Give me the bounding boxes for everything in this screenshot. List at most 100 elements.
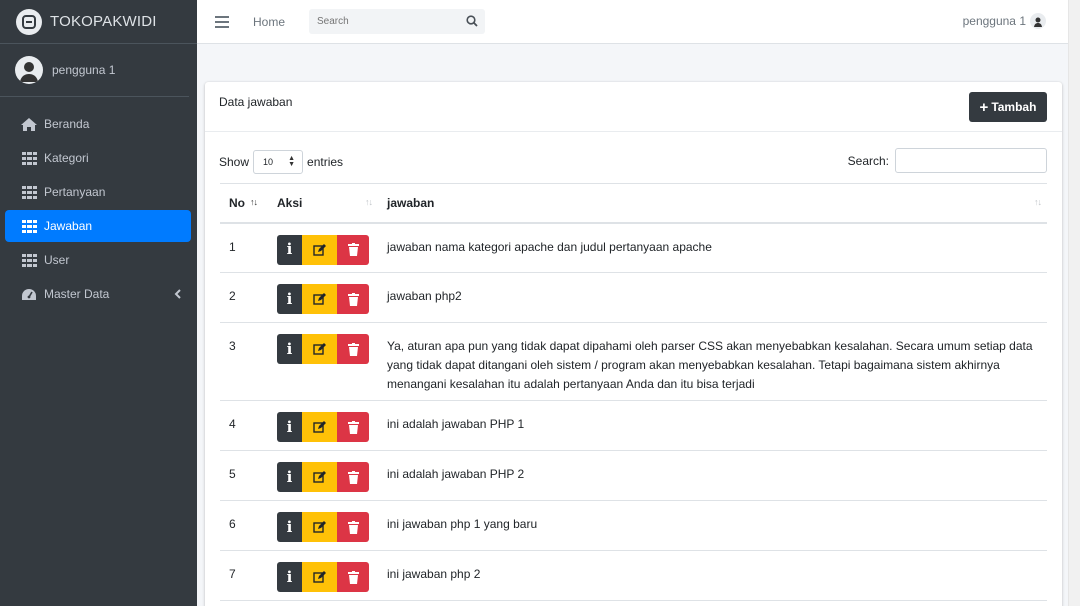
sidebar-item-jawaban[interactable]: Jawaban: [5, 210, 191, 242]
grid-icon: [20, 219, 38, 233]
detail-button[interactable]: i: [277, 334, 302, 364]
search-icon[interactable]: [466, 15, 478, 30]
table-row: 1 i jawaban nama kategori apache dan jud…: [220, 222, 1047, 273]
info-icon: i: [286, 240, 293, 258]
table-row: 7 i ini jawaban php 2: [220, 550, 1047, 601]
hamburger-menu-icon[interactable]: [215, 15, 229, 28]
row-jawaban: ini adalah jawaban PHP 1: [378, 400, 1047, 451]
brand-link[interactable]: TOKOPAKWIDI: [0, 0, 197, 44]
sidebar-item-user[interactable]: User: [5, 244, 191, 276]
select-arrows-icon: ▲ ▼: [288, 155, 296, 168]
table-row: 5 i ini adalah jawaban PHP 2: [220, 450, 1047, 501]
edit-button[interactable]: [302, 234, 337, 265]
info-icon: i: [286, 289, 293, 308]
grid-icon: [20, 151, 38, 165]
info-icon: i: [286, 467, 293, 486]
edit-button[interactable]: [302, 512, 337, 542]
sidebar-item-label: Pertanyaan: [44, 185, 106, 199]
delete-button[interactable]: [337, 334, 369, 364]
add-button-label: Tambah: [991, 100, 1037, 114]
detail-button[interactable]: i: [277, 234, 302, 265]
row-number: 6: [220, 500, 268, 551]
sidebar-nav: Beranda Kategori Pertanyaan Jawaban User…: [0, 97, 197, 310]
info-icon: i: [286, 417, 293, 436]
edit-icon: [312, 421, 326, 433]
row-number: 2: [220, 272, 268, 323]
detail-button[interactable]: i: [277, 462, 302, 492]
edit-icon: [312, 293, 326, 305]
column-header-jawaban[interactable]: jawaban ↑↓: [378, 183, 1047, 224]
detail-button[interactable]: i: [277, 512, 302, 542]
row-jawaban: jawaban php2: [378, 272, 1047, 323]
edit-icon: [312, 471, 326, 483]
row-actions: i: [268, 272, 378, 323]
sidebar: TOKOPAKWIDI pengguna 1 Beranda Kategori …: [0, 0, 197, 606]
delete-button[interactable]: [337, 462, 369, 492]
table-search-input[interactable]: [895, 148, 1047, 173]
page-scrollbar[interactable]: [1068, 0, 1080, 606]
delete-button[interactable]: [337, 562, 369, 592]
row-actions: i: [268, 222, 378, 273]
entries-value: 10: [263, 157, 274, 167]
trash-icon: [347, 470, 359, 484]
navbar-user-menu[interactable]: pengguna 1: [963, 13, 1046, 29]
sidebar-item-pertanyaan[interactable]: Pertanyaan: [5, 176, 191, 208]
row-number: 7: [220, 550, 268, 601]
sidebar-item-beranda[interactable]: Beranda: [5, 108, 191, 140]
navbar-search: [309, 9, 486, 34]
data-card: Data jawaban + Tambah Show 10 ▲ ▼ entries…: [205, 82, 1062, 606]
detail-button[interactable]: i: [277, 412, 302, 442]
row-number: 5: [220, 450, 268, 501]
edit-button[interactable]: [302, 562, 337, 592]
table-row: 2 i jawaban php2: [220, 272, 1047, 323]
table-row: 3 i Ya, aturan apa pun yang tidak dapat …: [220, 322, 1047, 401]
column-header-no[interactable]: No ↑↓: [220, 183, 268, 224]
edit-icon: [312, 343, 326, 355]
row-jawaban: Ya, aturan apa pun yang tidak dapat dipa…: [378, 322, 1047, 401]
user-panel[interactable]: pengguna 1: [0, 44, 189, 97]
sidebar-item-label: Beranda: [44, 117, 90, 131]
table-search-label: Search:: [847, 153, 889, 168]
card-title: Data jawaban: [219, 95, 293, 109]
edit-button[interactable]: [302, 334, 337, 364]
edit-icon: [312, 521, 326, 533]
row-number: 3: [220, 322, 268, 401]
add-button[interactable]: + Tambah: [969, 92, 1047, 122]
detail-button[interactable]: i: [277, 562, 302, 592]
row-number: 1: [220, 222, 268, 273]
delete-button[interactable]: [337, 284, 369, 314]
edit-button[interactable]: [302, 284, 337, 314]
column-header-aksi[interactable]: Aksi ↑↓: [268, 183, 378, 224]
delete-button[interactable]: [337, 512, 369, 542]
entries-control: Show 10 ▲ ▼ entries: [219, 150, 343, 174]
entries-select[interactable]: 10 ▲ ▼: [253, 150, 304, 174]
trash-icon: [347, 520, 359, 534]
sidebar-item-label: User: [44, 253, 70, 267]
row-actions: i: [268, 322, 378, 401]
navbar-user-avatar: [1030, 13, 1046, 29]
trash-icon: [347, 243, 359, 256]
navbar-search-input[interactable]: [317, 16, 458, 27]
delete-button[interactable]: [337, 412, 369, 442]
trash-icon: [347, 420, 359, 434]
sort-icon: ↑↓: [365, 197, 373, 207]
user-name: pengguna 1: [52, 63, 116, 77]
brand-name: TOKOPAKWIDI: [50, 13, 157, 30]
table-row: 4 i ini adalah jawaban PHP 1: [220, 400, 1047, 451]
plus-icon: +: [979, 98, 989, 116]
row-actions: i: [268, 500, 378, 551]
detail-button[interactable]: i: [277, 284, 302, 314]
edit-button[interactable]: [302, 462, 337, 492]
row-number: 4: [220, 400, 268, 451]
edit-button[interactable]: [302, 412, 337, 442]
table-search: Search:: [848, 148, 1047, 173]
sidebar-item-kategori[interactable]: Kategori: [5, 142, 191, 174]
navbar-user-name: pengguna 1: [962, 14, 1026, 28]
edit-icon: [312, 571, 326, 583]
sidebar-item-master-data[interactable]: Master Data: [5, 278, 191, 310]
home-link[interactable]: Home: [253, 15, 285, 29]
row-jawaban: ini jawaban php 1 yang baru: [378, 500, 1047, 551]
info-icon: i: [286, 567, 293, 586]
delete-button[interactable]: [337, 234, 369, 265]
row-jawaban: ini jawaban php 2: [378, 550, 1047, 601]
